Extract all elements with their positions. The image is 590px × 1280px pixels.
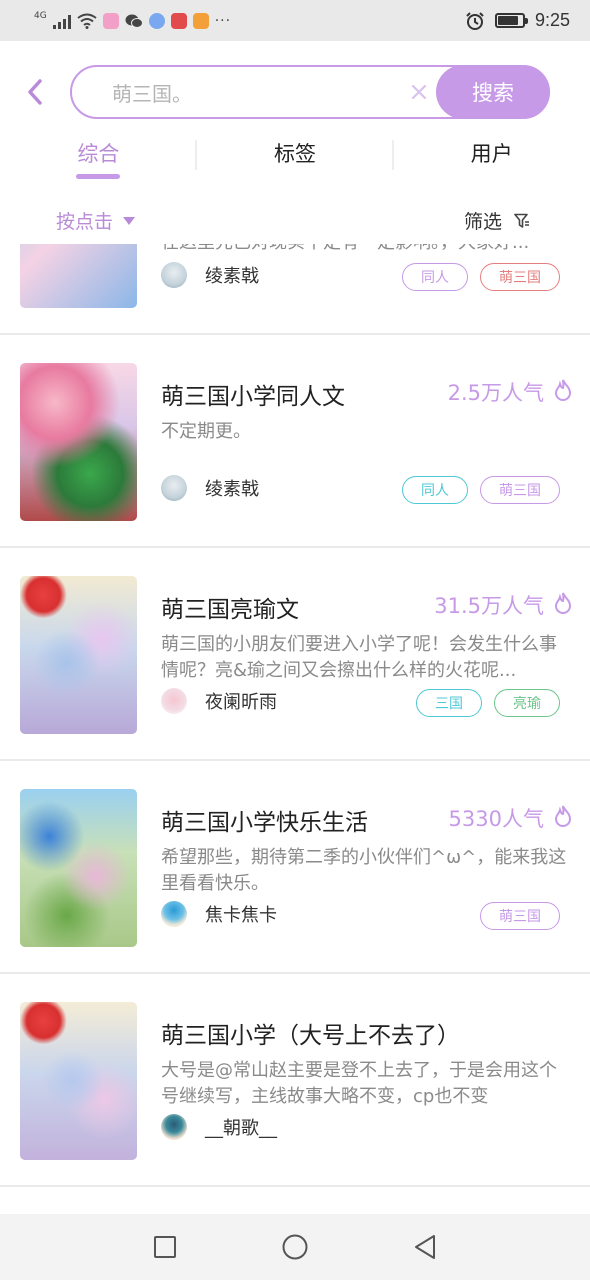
author-name: 夜阑昕雨 — [205, 692, 277, 713]
item-tags: 三国 亮瑜 — [416, 689, 560, 717]
search-header: 搜索 — [0, 41, 590, 141]
caret-down-icon — [123, 216, 136, 225]
author-name: 焦卡焦卡 — [205, 905, 277, 926]
search-button[interactable]: 搜索 — [436, 65, 550, 119]
tag-chip[interactable]: 萌三国 — [480, 263, 560, 291]
list-item[interactable]: 萌三国小学快乐生活 5330人气 希望那些，期待第二季的小伙伴们^ω^，能来我这… — [0, 761, 590, 974]
list-item[interactable]: 萌三国小学（大号上不去了） 大号是@常山赵主要是登不上去了，于是会用这个号继续写… — [0, 974, 590, 1187]
tag-chip[interactable]: 亮瑜 — [494, 689, 560, 717]
wifi-icon — [77, 13, 97, 29]
nav-back-button[interactable] — [405, 1227, 445, 1267]
orange-app-icon — [192, 12, 209, 29]
list-item[interactable]: 萌三国小学同人文 2.5万人气 不定期更。 绫素戟 同人 萌三国 — [0, 335, 590, 548]
signal-icon — [52, 13, 71, 29]
tag-chip[interactable]: 三国 — [416, 689, 482, 717]
clear-search-button[interactable] — [406, 79, 432, 105]
alarm-icon — [466, 11, 484, 30]
notification-app-icon — [102, 12, 119, 29]
item-popularity: 5330人气 — [448, 807, 544, 831]
item-author: 焦卡焦卡 — [161, 901, 277, 927]
search-box: 搜索 — [70, 65, 550, 119]
tag-chip[interactable]: 同人 — [402, 476, 468, 504]
item-description: 不定期更。 — [161, 421, 251, 442]
result-tabs: 综合 标签 用户 — [0, 130, 590, 185]
results-list: 在这里先已对现实平定有一定影响。，大家好... 绫素戟 同人 萌三国 萌三国小学… — [0, 244, 590, 1214]
item-author: __朝歌__ — [161, 1114, 277, 1140]
tag-chip[interactable]: 萌三国 — [480, 902, 560, 930]
sort-label: 按点击 — [56, 211, 114, 233]
home-button[interactable] — [275, 1227, 315, 1267]
avatar — [161, 688, 187, 714]
cover-image — [20, 576, 137, 734]
circle-icon — [282, 1234, 308, 1260]
item-title: 萌三国小学快乐生活 — [161, 810, 368, 836]
author-name: __朝歌__ — [205, 1118, 277, 1139]
tag-chip[interactable]: 同人 — [402, 263, 468, 291]
network-type: 4G — [34, 11, 47, 21]
item-title: 萌三国小学（大号上不去了） — [161, 1023, 460, 1049]
filter-button[interactable]: 筛选 — [464, 207, 530, 234]
tab-divider — [195, 140, 197, 170]
sort-dropdown[interactable]: 按点击 — [56, 207, 136, 234]
item-description: 萌三国的小朋友们要进入小学了呢！会发生什么事情呢？亮&瑜之间又会擦出什么样的火花… — [161, 634, 557, 681]
list-item[interactable]: 在这里先已对现实平定有一定影响。，大家好... 绫素戟 同人 萌三国 — [0, 244, 590, 335]
item-title: 萌三国小学同人文 — [161, 384, 345, 410]
item-description: 大号是@常山赵主要是登不上去了，于是会用这个号继续写，主线故事大略不变，cp也不… — [161, 1060, 557, 1107]
cover-image — [20, 244, 137, 308]
item-title: 萌三国亮瑜文 — [161, 597, 299, 623]
cover-image — [20, 363, 137, 521]
clock: 9:25 — [534, 10, 570, 30]
status-left: 4G ··· — [34, 11, 465, 29]
flame-icon — [554, 379, 572, 401]
tab-comprehensive[interactable]: 综合 — [0, 130, 197, 185]
item-popularity: 31.5万人气 — [434, 594, 544, 618]
item-author: 绫素戟 — [161, 475, 259, 501]
flame-icon — [554, 592, 572, 614]
tab-label: 用户 — [470, 142, 513, 166]
triangle-back-icon — [415, 1235, 435, 1259]
avatar — [161, 475, 187, 501]
cover-image — [20, 789, 137, 947]
wechat-icon — [125, 14, 143, 28]
tag-chip[interactable]: 萌三国 — [480, 476, 560, 504]
tab-tags[interactable]: 标签 — [197, 130, 394, 185]
item-description: 在这里先已对现实平定有一定影响。，大家好... — [161, 244, 571, 256]
item-tags: 同人 萌三国 — [402, 476, 560, 504]
status-right: 9:25 — [465, 10, 570, 31]
tab-divider — [392, 140, 394, 170]
list-item-partial — [0, 1187, 590, 1214]
item-author: 绫素戟 — [161, 262, 259, 288]
tab-users[interactable]: 用户 — [393, 130, 590, 185]
close-icon — [411, 84, 427, 100]
avatar — [161, 1114, 187, 1140]
item-tags: 同人 萌三国 — [402, 263, 560, 291]
tab-label: 标签 — [274, 142, 316, 166]
back-button[interactable] — [20, 75, 50, 109]
cover-image — [20, 1002, 137, 1160]
square-icon — [154, 1236, 176, 1258]
author-name: 绫素戟 — [205, 479, 259, 500]
recents-button[interactable] — [145, 1227, 185, 1267]
item-tags: 萌三国 — [480, 902, 560, 930]
item-author: 夜阑昕雨 — [161, 688, 277, 714]
system-navigation-bar — [0, 1214, 590, 1280]
list-item[interactable]: 萌三国亮瑜文 31.5万人气 萌三国的小朋友们要进入小学了呢！会发生什么事情呢？… — [0, 548, 590, 761]
battery-icon — [494, 13, 528, 28]
avatar — [161, 901, 187, 927]
author-name: 绫素戟 — [205, 266, 259, 287]
avatar — [161, 262, 187, 288]
status-bar: 4G ··· 9:25 — [0, 0, 590, 41]
filter-icon — [514, 213, 529, 228]
filter-label: 筛选 — [463, 211, 502, 233]
item-description: 希望那些，期待第二季的小伙伴们^ω^，能来我这里看看快乐。 — [161, 847, 567, 894]
flame-icon — [554, 805, 572, 827]
more-notifications: ··· — [214, 12, 232, 29]
tab-label: 综合 — [77, 142, 120, 166]
red-app-icon — [170, 12, 187, 29]
search-input[interactable] — [112, 80, 392, 104]
chevron-left-icon — [28, 79, 42, 105]
filter-row: 按点击 筛选 — [0, 200, 590, 244]
item-popularity: 2.5万人气 — [447, 381, 544, 405]
music-app-icon — [148, 12, 165, 29]
